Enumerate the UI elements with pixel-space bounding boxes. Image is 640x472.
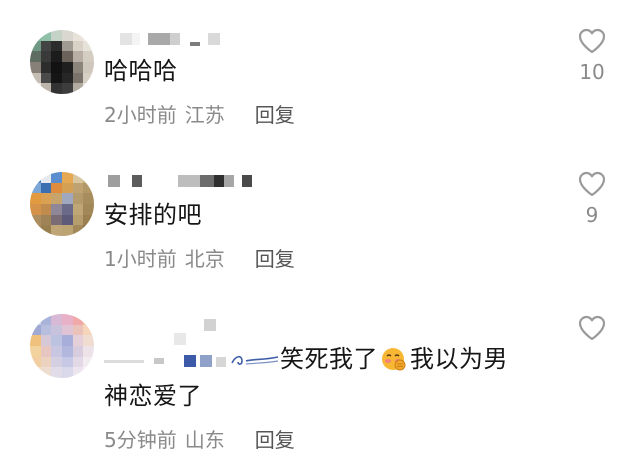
comment-location: 山东: [184, 428, 225, 452]
comment-time: 5分钟前: [104, 428, 177, 452]
username-blurred[interactable]: [104, 174, 252, 188]
heart-icon: [578, 28, 606, 54]
comment-meta: 2小时前 江苏 回复: [104, 103, 295, 127]
comment-text: 安排的吧: [104, 201, 202, 229]
avatar[interactable]: [30, 314, 94, 378]
username-blurred[interactable]: [104, 32, 220, 46]
reply-button[interactable]: 回复: [255, 103, 295, 127]
reply-button[interactable]: 回复: [255, 247, 295, 271]
comment-time: 1小时前: [104, 247, 177, 271]
like-count: 10: [579, 60, 605, 84]
comment-text: 哈哈哈: [104, 57, 178, 85]
comment-text-line2: 神恋爱了: [104, 382, 202, 410]
like-count: 9: [585, 203, 599, 227]
username-blurred[interactable]: [104, 318, 216, 332]
like-button[interactable]: [572, 315, 612, 347]
avatar[interactable]: [30, 30, 94, 94]
comment-meta: 5分钟前 山东 回复: [104, 428, 295, 452]
blushing-face-emoji-icon: [382, 348, 406, 371]
comment-text: 笑死我了 我以为男: [104, 343, 508, 375]
avatar[interactable]: [30, 172, 94, 236]
like-button[interactable]: 9: [572, 171, 612, 227]
username-blurred-inline: [104, 351, 280, 369]
comment-location: 北京: [184, 247, 225, 271]
comment-text-part1: 笑死我了: [280, 345, 378, 373]
comment-location: 江苏: [184, 103, 225, 127]
like-button[interactable]: 10: [572, 28, 612, 84]
heart-icon: [578, 315, 606, 341]
comment-text-part2: 我以为男: [410, 345, 508, 373]
comment-time: 2小时前: [104, 103, 177, 127]
reply-button[interactable]: 回复: [255, 428, 295, 452]
swirl-decoration: [231, 355, 279, 365]
comment-meta: 1小时前 北京 回复: [104, 247, 295, 271]
heart-icon: [578, 171, 606, 197]
